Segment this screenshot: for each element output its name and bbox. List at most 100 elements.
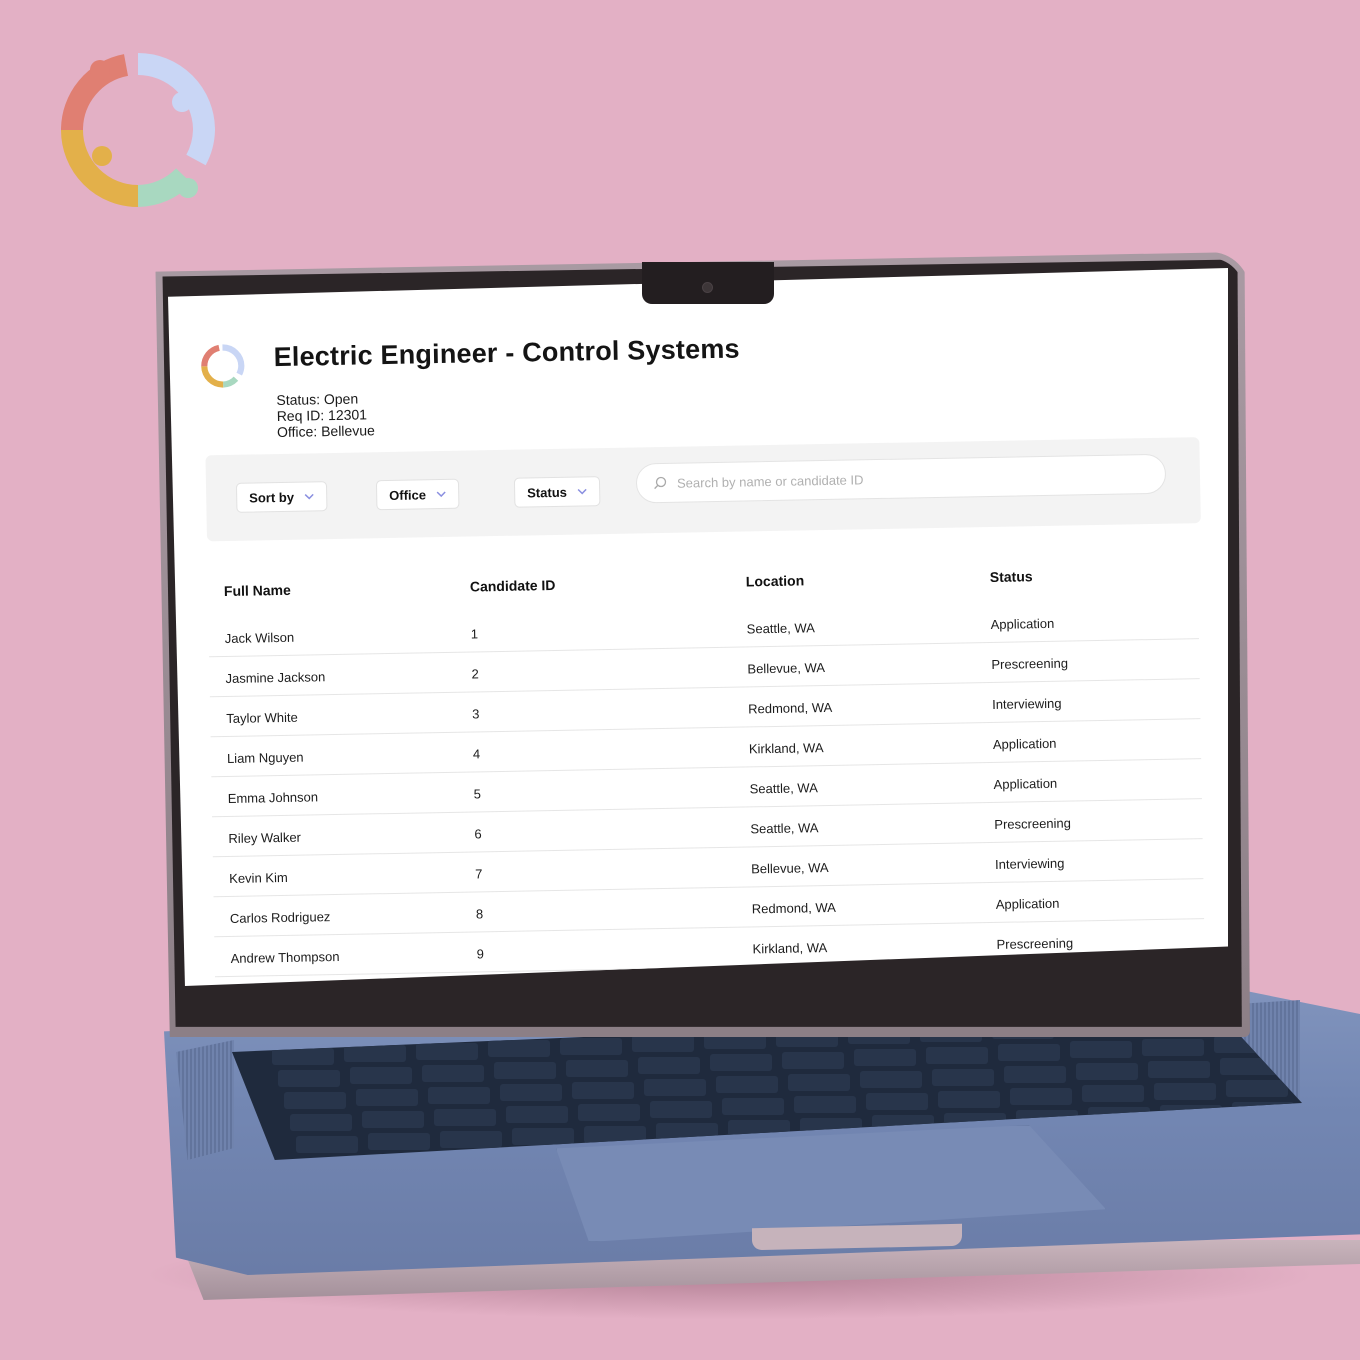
candidate-status: Application (990, 615, 1055, 632)
keyboard-key[interactable] (1148, 1060, 1210, 1078)
keyboard-key[interactable] (998, 1044, 1060, 1061)
keyboard-key[interactable] (368, 1133, 430, 1151)
keyboard-key[interactable] (1076, 1063, 1138, 1081)
candidate-status: Prescreening (996, 935, 1074, 952)
status-label: Status (527, 484, 568, 500)
candidate-location: Seattle, WA (746, 620, 815, 637)
candidate-id: 5 (473, 786, 482, 802)
candidate-status: Interviewing (991, 695, 1062, 712)
keyboard-key[interactable] (710, 1054, 772, 1072)
app-window: Electric Engineer - Control Systems Stat… (168, 268, 1228, 986)
keyboard-key[interactable] (278, 1070, 340, 1087)
header-candidate-id[interactable]: Candidate ID (470, 577, 556, 595)
keyboard-key[interactable] (1082, 1085, 1144, 1103)
candidate-id: 3 (472, 706, 480, 722)
keyboard-key[interactable] (578, 1103, 640, 1121)
keyboard-key[interactable] (566, 1059, 628, 1077)
keyboard-key[interactable] (1070, 1041, 1132, 1059)
sort-by-dropdown[interactable]: Sort by (235, 481, 328, 513)
keyboard-key[interactable] (1010, 1088, 1072, 1105)
keyboard-key[interactable] (866, 1093, 928, 1111)
candidate-location: Seattle, WA (750, 820, 819, 837)
keyboard-key[interactable] (572, 1081, 634, 1099)
keyboard-key[interactable] (488, 1040, 550, 1058)
keyboard-key[interactable] (344, 1045, 406, 1063)
table-body: Jack Wilson 1 Seattle, WA Application Jasmin… (208, 599, 1205, 978)
candidate-location: Redmond, WA (748, 699, 833, 717)
laptop-screen: Electric Engineer - Control Systems Stat… (168, 268, 1228, 986)
candidate-id: 4 (472, 746, 481, 762)
keyboard-key[interactable] (506, 1106, 568, 1124)
keyboard-key[interactable] (926, 1046, 988, 1064)
job-req-id: Req ID: 12301 (276, 406, 368, 425)
candidate-id: 8 (475, 906, 484, 922)
keyboard-key[interactable] (416, 1042, 478, 1060)
keyboard-key[interactable] (434, 1108, 496, 1126)
keyboard-key[interactable] (1154, 1082, 1216, 1100)
keyboard-key[interactable] (356, 1089, 418, 1107)
keyboard-key[interactable] (296, 1136, 358, 1153)
keyboard-key[interactable] (938, 1090, 1000, 1108)
candidate-status: Interviewing (994, 855, 1065, 872)
header-full-name[interactable]: Full Name (224, 582, 291, 599)
chevron-down-icon (436, 491, 446, 498)
brand-logo-icon (60, 53, 216, 207)
search-box[interactable] (635, 453, 1167, 504)
keyboard-key[interactable] (788, 1073, 850, 1091)
sort-by-label: Sort by (249, 489, 295, 506)
candidate-id: 2 (471, 666, 479, 682)
office-label: Office (389, 486, 427, 503)
keyboard-key[interactable] (362, 1111, 424, 1129)
keyboard-key[interactable] (650, 1101, 712, 1118)
job-meta: Status: Open Req ID: 12301 Office: Belle… (276, 390, 375, 440)
search-input[interactable] (674, 465, 1150, 492)
office-dropdown[interactable]: Office (375, 478, 460, 511)
chevron-down-icon (577, 488, 587, 495)
keyboard-key[interactable] (272, 1048, 334, 1065)
job-status: Status: Open (276, 390, 359, 409)
chevron-down-icon (304, 493, 314, 500)
keyboard-key[interactable] (560, 1037, 622, 1055)
keyboard-key[interactable] (284, 1092, 346, 1109)
candidate-name: Jasmine Jackson (225, 669, 326, 687)
keyboard-key[interactable] (1004, 1066, 1066, 1083)
keyboard-key[interactable] (638, 1057, 700, 1074)
keyboard-key[interactable] (1226, 1080, 1288, 1098)
page-title: Electric Engineer - Control Systems (273, 333, 740, 373)
candidate-id: 9 (476, 946, 484, 962)
status-dropdown[interactable]: Status (513, 476, 601, 508)
keyboard-key[interactable] (428, 1086, 490, 1104)
keyboard-key[interactable] (782, 1051, 844, 1069)
keyboard-key[interactable] (290, 1114, 352, 1131)
keyboard-key[interactable] (794, 1095, 856, 1113)
filter-bar: Sort by Office Status (205, 437, 1201, 542)
candidate-location: Kirkland, WA (752, 940, 828, 957)
keyboard-key[interactable] (932, 1068, 994, 1086)
candidate-status: Application (993, 775, 1058, 792)
keyboard-key[interactable] (860, 1071, 922, 1089)
candidate-location: Redmond, WA (751, 899, 837, 917)
keyboard-key[interactable] (494, 1062, 556, 1080)
keyboard-key[interactable] (350, 1067, 412, 1085)
candidate-name: Andrew Thompson (230, 948, 340, 966)
keyboard-key[interactable] (716, 1076, 778, 1094)
keyboard-key[interactable] (440, 1130, 502, 1148)
search-icon (654, 476, 667, 490)
keyboard-key[interactable] (1142, 1038, 1204, 1056)
candidate-location: Kirkland, WA (748, 740, 824, 757)
candidate-name: Kevin Kim (229, 869, 288, 886)
candidate-name: Taylor White (226, 709, 298, 727)
keyboard-key[interactable] (632, 1035, 694, 1052)
candidate-name: Carlos Rodriguez (229, 909, 331, 926)
keyboard-key[interactable] (500, 1084, 562, 1102)
keyboard-key[interactable] (512, 1128, 574, 1146)
candidate-status: Application (992, 735, 1057, 752)
keyboard-key[interactable] (644, 1079, 706, 1096)
keyboard-key[interactable] (422, 1064, 484, 1082)
keyboard-key[interactable] (854, 1049, 916, 1067)
candidate-location: Bellevue, WA (747, 660, 826, 677)
keyboard-key[interactable] (722, 1098, 784, 1116)
header-location[interactable]: Location (746, 572, 805, 589)
candidate-location: Seattle, WA (749, 780, 818, 797)
header-status[interactable]: Status (990, 568, 1033, 585)
